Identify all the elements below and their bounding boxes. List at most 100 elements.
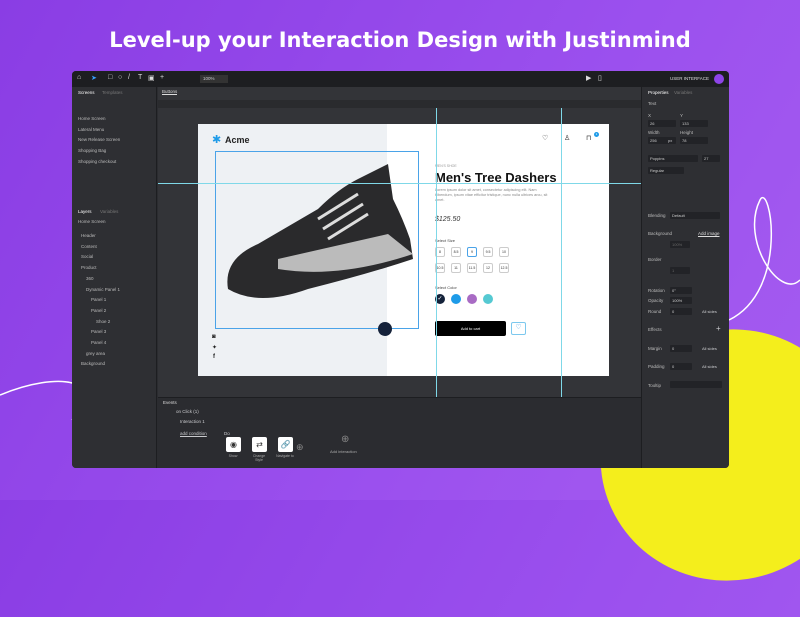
home-icon[interactable]: ⌂ [77, 74, 81, 81]
margin-label: Margin [648, 346, 662, 351]
font-size-select[interactable]: 27 [702, 155, 720, 162]
y-input[interactable]: 133 [680, 120, 708, 127]
add-interaction-button[interactable]: Add interaction [330, 449, 357, 454]
tooltip-input[interactable] [670, 381, 722, 388]
zoom-select[interactable]: 100% [200, 75, 228, 83]
cart-badge: 1 [594, 132, 599, 137]
size-option[interactable]: 10 [499, 247, 509, 257]
color-swatch[interactable] [483, 294, 493, 304]
tab-variables[interactable]: Variables [100, 209, 118, 214]
color-swatch[interactable] [451, 294, 461, 304]
screen-item[interactable]: Shopping Bag [78, 148, 106, 153]
properties-panel: Properties Variables Text X Y 26 133 Wid… [641, 87, 729, 468]
layer-item[interactable]: Panel 4 [91, 340, 106, 345]
layer-item[interactable]: Content [81, 244, 97, 249]
action-2-icon[interactable]: 🔗 [278, 437, 293, 452]
rectangle-tool-icon[interactable]: □ [108, 74, 112, 81]
select-tool-icon[interactable]: ➤ [91, 74, 97, 82]
tab-templates[interactable]: Templates [102, 90, 123, 95]
blending-select[interactable]: Default [670, 212, 720, 219]
size-option[interactable]: 9 [467, 247, 477, 257]
size-option[interactable]: 9.5 [483, 247, 493, 257]
screen-item[interactable]: Lateral Menu [78, 127, 104, 132]
screen-item[interactable]: Shopping checkout [78, 159, 116, 164]
font-select[interactable]: Poppins [648, 155, 698, 162]
layer-item[interactable]: Header [81, 233, 96, 238]
weight-select[interactable]: Regular [648, 167, 684, 174]
tab-layers[interactable]: Layers [78, 209, 92, 214]
screen-item[interactable]: Home Screen [78, 116, 106, 121]
margin-input[interactable]: 0 [670, 345, 692, 352]
action-0-icon[interactable]: ◉ [226, 437, 241, 452]
facebook-icon[interactable]: f [213, 354, 215, 360]
layer-item[interactable]: Panel 1 [91, 297, 106, 302]
mobile-icon[interactable]: ▯ [598, 74, 602, 82]
layer-item[interactable]: grey area [86, 351, 105, 356]
layer-item[interactable]: 360 [86, 276, 94, 281]
text-tool-icon[interactable]: T [138, 74, 142, 81]
layer-item[interactable]: Panel 2 [91, 308, 106, 313]
x-input[interactable]: 26 [648, 120, 676, 127]
action-label: Navigate to [276, 454, 294, 458]
tab-screens[interactable]: Screens [78, 90, 95, 95]
add-action-icon[interactable]: ⊕ [296, 442, 304, 453]
tab-properties[interactable]: Properties [648, 90, 669, 95]
rotation-input[interactable]: 0° [670, 287, 692, 294]
add-effect-icon[interactable]: + [716, 324, 721, 333]
line-tool-icon[interactable]: / [128, 74, 130, 81]
tab-variables-right[interactable]: Variables [674, 90, 692, 95]
y-label: Y [680, 113, 684, 118]
instagram-icon[interactable]: ◙ [212, 334, 216, 340]
add-interaction-icon[interactable]: ⊕ [341, 434, 349, 445]
size-option[interactable]: 11.5 [467, 263, 477, 273]
wishlist-button[interactable]: ♡ [511, 322, 526, 335]
ellipse-tool-icon[interactable]: ○ [118, 74, 122, 81]
event-trigger[interactable]: on Click (1) [176, 409, 199, 414]
avatar[interactable] [714, 74, 724, 84]
tab-buttons[interactable]: Buttons [162, 89, 178, 95]
layer-root[interactable]: Home Screen [78, 219, 106, 224]
layer-item[interactable]: Product [81, 265, 97, 270]
user-icon[interactable]: ♙ [564, 134, 570, 142]
size-option[interactable]: 11 [451, 263, 461, 273]
user-interface-menu[interactable]: USER INTERFACE [670, 76, 709, 81]
product-description: Lorem ipsum dolor sit amet, consectetur … [435, 188, 548, 202]
layer-item[interactable]: Dynamic Panel 1 [86, 287, 120, 292]
padding-all-sides[interactable]: All sides [702, 364, 717, 369]
margin-all-sides[interactable]: All sides [702, 346, 717, 351]
color-swatch[interactable] [467, 294, 477, 304]
selection-box[interactable] [215, 151, 419, 329]
screen-item[interactable]: New Release Screen [78, 137, 120, 142]
size-option[interactable]: 8.5 [451, 247, 461, 257]
ruler [158, 100, 641, 108]
cart-icon[interactable]: ⊓ [586, 134, 591, 142]
layer-item[interactable]: Background [81, 361, 105, 366]
layer-item[interactable]: Shoe 2 [96, 319, 110, 324]
360-icon[interactable] [378, 322, 392, 336]
border-width[interactable]: 1 [670, 267, 690, 274]
x-label: X [648, 113, 652, 118]
round-input[interactable]: 0 [670, 308, 692, 315]
action-1-icon[interactable]: ⇄ [252, 437, 267, 452]
padding-input[interactable]: 0 [670, 363, 692, 370]
size-option[interactable]: 12 [483, 263, 493, 273]
add-condition-link[interactable]: add condition [180, 431, 207, 436]
layer-item[interactable]: Panel 3 [91, 329, 106, 334]
round-all-sides[interactable]: All sides [702, 309, 717, 314]
interaction-label[interactable]: Interaction 1 [180, 419, 205, 424]
add-to-cart-button[interactable]: Add to cart [435, 321, 506, 336]
opacity-input[interactable]: 100% [670, 297, 692, 304]
heart-icon[interactable]: ♡ [542, 134, 548, 142]
layer-item[interactable]: Social [81, 254, 93, 259]
image-tool-icon[interactable]: ▣ [148, 74, 155, 82]
logo-asterisk-icon: ✱ [212, 134, 222, 146]
add-icon[interactable]: + [160, 74, 164, 81]
background-label: Background [648, 231, 673, 236]
bg-opacity[interactable]: 100% [670, 241, 690, 248]
play-icon[interactable]: ▶ [586, 74, 591, 82]
size-option[interactable]: 12.5 [499, 263, 509, 273]
add-image-link[interactable]: Add image [698, 231, 720, 236]
height-input[interactable]: 78 [680, 137, 708, 144]
twitter-icon[interactable]: ✦ [212, 344, 217, 351]
tab-events[interactable]: Events [163, 400, 177, 405]
